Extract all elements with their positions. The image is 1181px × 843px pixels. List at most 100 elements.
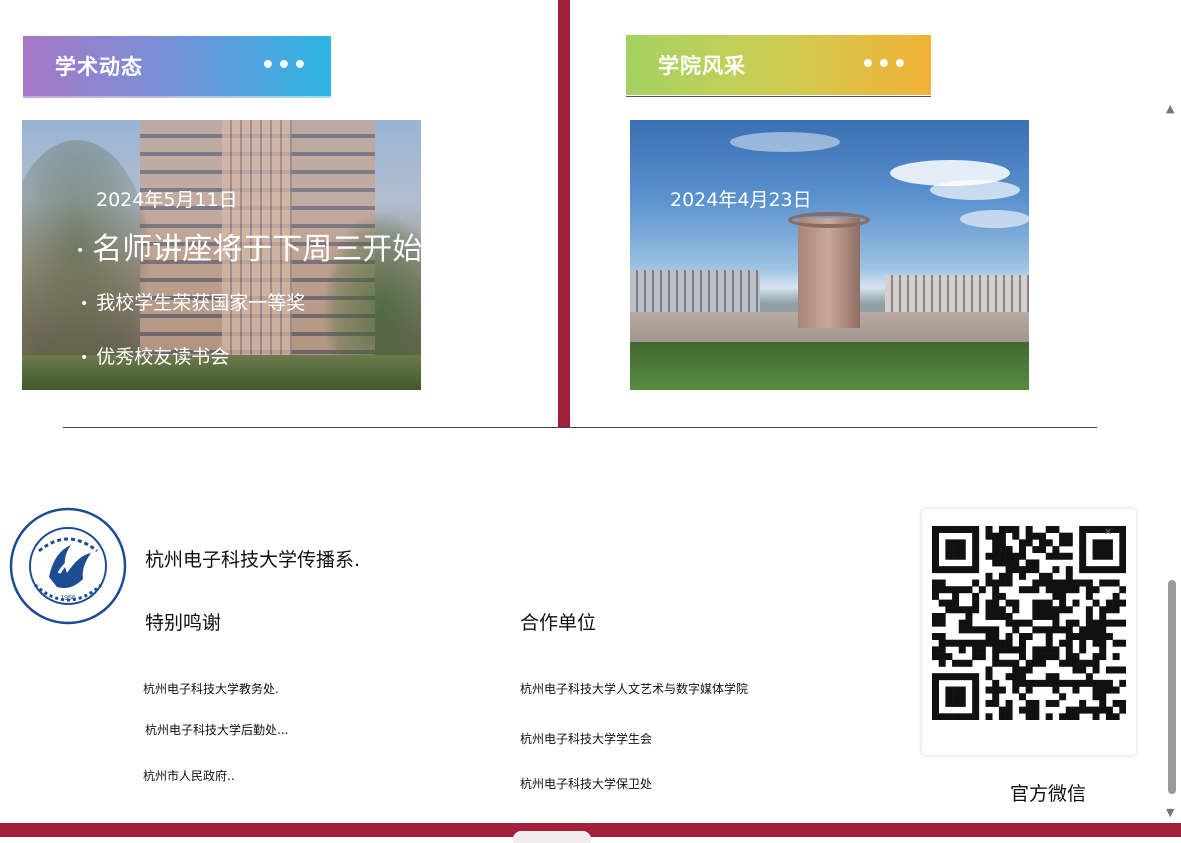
thanks-link[interactable]: 杭州电子科技大学后勤处... bbox=[145, 721, 288, 738]
qr-module bbox=[1005, 599, 1013, 607]
qr-module bbox=[1039, 539, 1047, 547]
qr-module bbox=[985, 552, 993, 560]
thanks-link[interactable]: 杭州电子科技大学教务处. bbox=[143, 680, 279, 697]
qr-module bbox=[965, 586, 973, 594]
qr-module bbox=[1119, 539, 1126, 547]
back-to-top-tab[interactable] bbox=[513, 831, 591, 843]
qr-module bbox=[1045, 713, 1053, 720]
qr-module bbox=[938, 713, 946, 720]
partner-link[interactable]: 杭州电子科技大学学生会 bbox=[520, 730, 652, 747]
qr-module bbox=[1059, 586, 1067, 594]
qr-module bbox=[992, 686, 1000, 694]
partner-link[interactable]: 杭州电子科技大学保卫处 bbox=[520, 775, 652, 792]
qr-module bbox=[1092, 679, 1100, 687]
qr-module bbox=[932, 619, 939, 627]
qr-module bbox=[1032, 706, 1040, 714]
qr-module bbox=[952, 639, 960, 647]
qr-module bbox=[1018, 586, 1026, 594]
qr-module bbox=[958, 619, 966, 627]
qr-module bbox=[1105, 539, 1113, 547]
scroll-down-arrow-icon[interactable]: ▼ bbox=[1166, 806, 1174, 819]
qr-module bbox=[1045, 653, 1053, 661]
qr-module bbox=[992, 633, 1000, 641]
qr-module bbox=[1052, 646, 1060, 654]
qr-module bbox=[1032, 653, 1040, 661]
more-dots-icon[interactable]: ••• bbox=[261, 55, 309, 77]
wechat-qr-card bbox=[922, 509, 1136, 755]
qr-module bbox=[1052, 566, 1060, 574]
qr-module bbox=[1105, 706, 1113, 714]
news-item[interactable]: • 优秀校友读书会 bbox=[80, 342, 229, 369]
qr-module bbox=[932, 559, 939, 567]
qr-module bbox=[965, 612, 973, 620]
scrollbar-thumb[interactable] bbox=[1168, 580, 1176, 794]
monument-image bbox=[798, 218, 860, 328]
qr-module bbox=[952, 586, 960, 594]
qr-module bbox=[1092, 666, 1100, 674]
thanks-link[interactable]: 杭州市人民政府.. bbox=[143, 767, 235, 784]
qr-module bbox=[1039, 653, 1047, 661]
qr-module bbox=[1045, 626, 1053, 634]
qr-module bbox=[1025, 559, 1033, 567]
qr-module bbox=[992, 659, 1000, 667]
qr-module bbox=[1039, 626, 1047, 634]
qr-module bbox=[1092, 546, 1100, 554]
qr-module bbox=[1018, 639, 1026, 647]
qr-module bbox=[1005, 713, 1013, 720]
qr-module bbox=[1059, 606, 1067, 614]
more-dots-icon[interactable]: ••• bbox=[861, 54, 909, 76]
qr-module bbox=[1079, 666, 1087, 674]
partner-link[interactable]: 杭州电子科技大学人文艺术与数字媒体学院 bbox=[520, 680, 748, 697]
qr-module bbox=[1032, 546, 1040, 554]
qr-module bbox=[938, 599, 946, 607]
qr-module bbox=[1039, 572, 1047, 580]
qr-module bbox=[1119, 552, 1126, 560]
qr-module bbox=[1012, 686, 1020, 694]
news-headline[interactable]: • 名师讲座将于下周三开始 bbox=[76, 224, 421, 268]
qr-module bbox=[1079, 706, 1087, 714]
academic-news-card[interactable]: 2024年5月11日 • 名师讲座将于下周三开始 • 我校学生荣获国家一等奖 • 优秀… bbox=[22, 120, 421, 390]
qr-module bbox=[1018, 539, 1026, 547]
qr-module bbox=[1039, 606, 1047, 614]
qr-module bbox=[985, 612, 993, 620]
qr-module bbox=[998, 552, 1006, 560]
qr-module bbox=[952, 599, 960, 607]
college-style-card[interactable]: 2024年4月23日 bbox=[630, 120, 1029, 390]
qr-module bbox=[1079, 532, 1087, 540]
qr-module bbox=[1112, 699, 1120, 707]
qr-module bbox=[1079, 526, 1087, 533]
qr-module bbox=[1018, 572, 1026, 580]
qr-module bbox=[938, 659, 946, 667]
qr-module bbox=[952, 566, 960, 574]
qr-module bbox=[938, 526, 946, 533]
qr-module bbox=[1025, 666, 1033, 674]
qr-module bbox=[958, 693, 966, 701]
qr-module bbox=[1032, 606, 1040, 614]
scroll-up-arrow-icon[interactable]: ▲ bbox=[1166, 102, 1174, 115]
academic-news-header[interactable]: 学术动态 ••• bbox=[23, 36, 331, 98]
qr-module bbox=[1092, 599, 1100, 607]
qr-module bbox=[1032, 566, 1040, 574]
qr-module bbox=[1045, 539, 1053, 547]
college-style-header[interactable]: 学院风采 ••• bbox=[626, 35, 931, 97]
qr-module bbox=[998, 659, 1006, 667]
qr-module bbox=[1072, 599, 1080, 607]
qr-module bbox=[1079, 566, 1087, 574]
qr-module bbox=[932, 633, 939, 641]
qr-module bbox=[1079, 579, 1087, 587]
monument-ring-image bbox=[788, 212, 870, 228]
qr-module bbox=[1099, 693, 1107, 701]
qr-module bbox=[992, 679, 1000, 687]
qr-module bbox=[1012, 679, 1020, 687]
qr-module bbox=[1032, 579, 1040, 587]
qr-module bbox=[972, 559, 980, 567]
close-icon[interactable]: ✕ bbox=[1104, 527, 1112, 538]
qr-module bbox=[1105, 599, 1113, 607]
qr-module bbox=[945, 539, 953, 547]
qr-module bbox=[945, 699, 953, 707]
qr-module bbox=[1105, 552, 1113, 560]
qr-module bbox=[1005, 546, 1013, 554]
qr-module bbox=[1092, 586, 1100, 594]
news-item[interactable]: • 我校学生荣获国家一等奖 bbox=[80, 288, 305, 315]
college-style-title: 学院风采 bbox=[658, 54, 746, 78]
